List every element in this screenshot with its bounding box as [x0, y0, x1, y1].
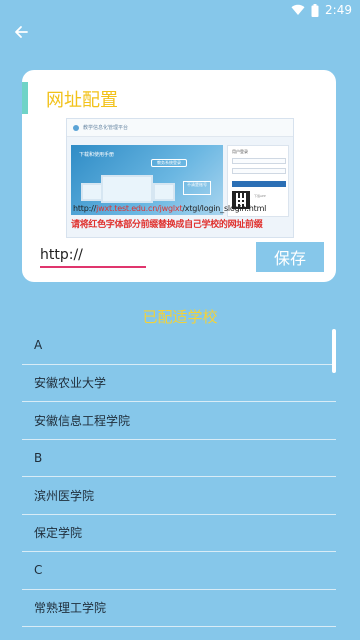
preview-login-head: 用户登录: [232, 149, 248, 154]
list-section-header-b: B: [22, 440, 336, 477]
preview-password-field: [232, 168, 286, 174]
list-section-header-c-partial: C: [22, 627, 336, 640]
toolbar: [0, 20, 360, 48]
login-page-preview-image: 教学信息化管理平台 下载和使用手册 教务系统登录 不清楚账号 用户登录 下载AP…: [66, 118, 294, 238]
card-accent-bar: [22, 82, 28, 114]
list-item[interactable]: 安徽信息工程学院: [22, 402, 336, 440]
section-title-adapted-schools: 已配适学校: [142, 308, 218, 326]
preview-header: 教学信息化管理平台: [67, 119, 293, 137]
preview-url-highlight: jwxt.test.edu.cn/jwglxt: [96, 204, 183, 213]
preview-banner-tag: 不清楚账号: [183, 181, 211, 195]
school-list: A 安徽农业大学 安徽信息工程学院 B 滨州医学院 保定学院 C 常熟理工学院 …: [22, 327, 336, 640]
status-bar: 2:49: [0, 0, 360, 20]
card-title: 网址配置: [46, 90, 118, 111]
preview-banner-box: 教务系统登录: [151, 159, 187, 167]
list-item[interactable]: 滨州医学院: [22, 477, 336, 515]
list-section-header-c: C: [22, 552, 336, 590]
preview-qr-caption: 下载APP: [254, 194, 266, 198]
status-time: 2:49: [325, 3, 352, 17]
list-item[interactable]: 常熟理工学院: [22, 590, 336, 627]
url-input[interactable]: [40, 244, 146, 268]
save-button[interactable]: 保存: [256, 242, 324, 272]
arrow-left-icon: [13, 24, 29, 44]
url-config-card: 网址配置 教学信息化管理平台 下载和使用手册 教务系统登录 不清楚账号 用户登录…: [22, 70, 336, 282]
preview-logo-icon: [73, 124, 79, 131]
list-item[interactable]: 保定学院: [22, 515, 336, 552]
preview-url-text: http://jwxt.test.edu.cn/jwglxt/xtgl/logi…: [73, 204, 293, 213]
list-item[interactable]: 安徽农业大学: [22, 365, 336, 402]
list-scrollbar[interactable]: [332, 329, 336, 373]
preview-instruction-note: 请将红色字体部分前缀替换成自己学校的网址前缀: [71, 220, 263, 230]
battery-icon: [311, 3, 319, 17]
preview-username-field: [232, 158, 286, 164]
preview-header-text: 教学信息化管理平台: [83, 125, 129, 131]
preview-login-button: [232, 181, 286, 187]
preview-monitor-icon: [101, 175, 153, 203]
list-section-header-a: A: [22, 327, 336, 365]
preview-banner-title: 下载和使用手册: [79, 152, 115, 158]
preview-url-suffix: /xtgl/login_slogin.html: [182, 204, 267, 213]
preview-tablet-icon: [153, 183, 175, 201]
wifi-icon: [291, 4, 305, 16]
status-icons: 2:49: [291, 2, 352, 18]
back-button[interactable]: [8, 22, 34, 46]
preview-url-prefix: http://: [73, 204, 97, 213]
